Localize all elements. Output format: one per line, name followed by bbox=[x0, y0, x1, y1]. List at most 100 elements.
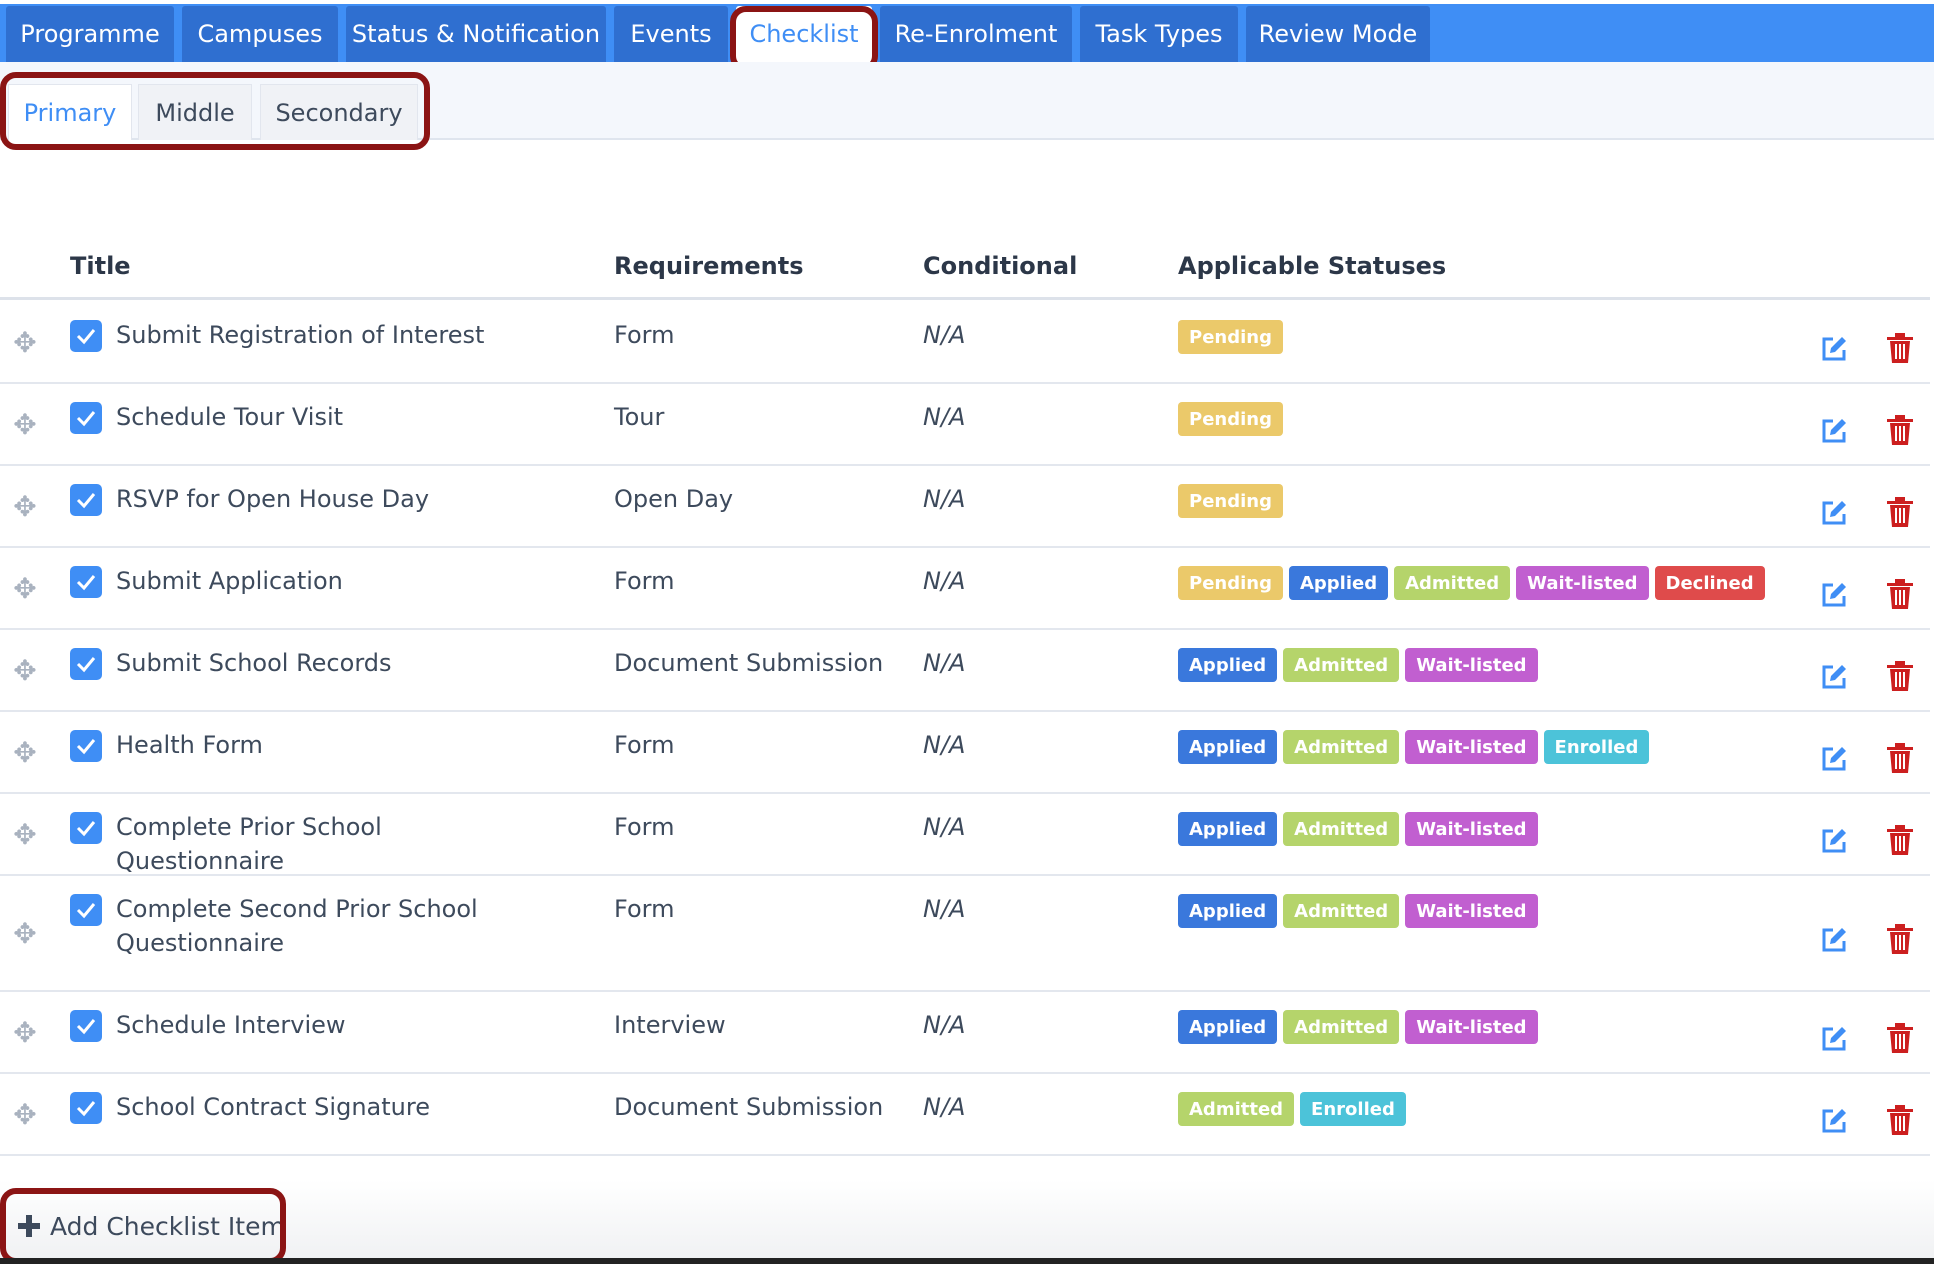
add-checklist-item-button[interactable]: Add Checklist Item bbox=[18, 1206, 285, 1246]
row-conditional: N/A bbox=[923, 1011, 966, 1039]
move-icon[interactable]: ✥ bbox=[12, 329, 38, 357]
check-icon bbox=[76, 657, 96, 673]
status-badge: Wait-listed bbox=[1405, 812, 1538, 846]
row-title: School Contract Signature bbox=[116, 1093, 430, 1121]
row-statuses: Applied Admitted Wait-listed bbox=[1178, 812, 1538, 846]
row-checkbox[interactable] bbox=[70, 1010, 102, 1042]
subtab-secondary[interactable]: Secondary bbox=[260, 84, 418, 140]
status-badge: Applied bbox=[1178, 1010, 1278, 1044]
table-row: ✥ RSVP for Open House Day Open Day N/A Pendi… bbox=[0, 466, 1930, 548]
row-requirements: Form bbox=[614, 731, 675, 759]
row-requirements: Form bbox=[614, 321, 675, 349]
status-badge: Enrolled bbox=[1543, 730, 1650, 764]
row-statuses: Applied Admitted Wait-listed bbox=[1178, 1010, 1538, 1044]
row-requirements: Form bbox=[614, 813, 675, 841]
table-row: ✥ Submit School Records Document Submissio… bbox=[0, 630, 1930, 712]
status-badge: Admitted bbox=[1283, 894, 1400, 928]
tab-checklist[interactable]: Checklist bbox=[736, 6, 872, 62]
trash-icon[interactable] bbox=[1886, 415, 1914, 445]
row-conditional: N/A bbox=[923, 813, 966, 841]
row-checkbox[interactable] bbox=[70, 402, 102, 434]
subtab-primary[interactable]: Primary bbox=[8, 84, 132, 140]
table-row: ✥ Health Form Form N/A Applied Admitted Wait-l… bbox=[0, 712, 1930, 794]
row-conditional: N/A bbox=[923, 567, 966, 595]
trash-icon[interactable] bbox=[1886, 661, 1914, 691]
status-badge: Applied bbox=[1178, 812, 1278, 846]
edit-icon[interactable] bbox=[1820, 827, 1848, 855]
edit-icon[interactable] bbox=[1820, 499, 1848, 527]
row-title: Complete Prior School Questionnaire bbox=[116, 813, 382, 875]
plus-icon bbox=[18, 1215, 40, 1237]
row-title: Complete Second Prior School Questionnai… bbox=[116, 895, 478, 957]
row-requirements: Document Submission bbox=[614, 649, 884, 677]
status-badge: Admitted bbox=[1283, 1010, 1400, 1044]
status-badge: Wait-listed bbox=[1405, 1010, 1538, 1044]
row-requirements: Document Submission bbox=[614, 1093, 884, 1121]
move-icon[interactable]: ✥ bbox=[12, 1019, 38, 1047]
check-icon bbox=[76, 821, 96, 837]
move-icon[interactable]: ✥ bbox=[12, 739, 38, 767]
trash-icon[interactable] bbox=[1886, 1105, 1914, 1135]
trash-icon[interactable] bbox=[1886, 924, 1914, 954]
trash-icon[interactable] bbox=[1886, 1023, 1914, 1053]
row-checkbox[interactable] bbox=[70, 730, 102, 762]
edit-icon[interactable] bbox=[1820, 335, 1848, 363]
subtab-middle[interactable]: Middle bbox=[138, 84, 252, 140]
tab-task-types[interactable]: Task Types bbox=[1080, 6, 1238, 62]
check-icon bbox=[76, 1019, 96, 1035]
row-checkbox[interactable] bbox=[70, 484, 102, 516]
edit-icon[interactable] bbox=[1820, 1107, 1848, 1135]
row-checkbox[interactable] bbox=[70, 648, 102, 680]
table-header: Title Requirements Conditional Applicabl… bbox=[0, 240, 1930, 300]
tab-re-enrolment[interactable]: Re-Enrolment bbox=[880, 6, 1072, 62]
edit-icon[interactable] bbox=[1820, 926, 1848, 954]
row-checkbox[interactable] bbox=[70, 566, 102, 598]
edit-icon[interactable] bbox=[1820, 663, 1848, 691]
row-statuses: Applied Admitted Wait-listed bbox=[1178, 648, 1538, 682]
move-icon[interactable]: ✥ bbox=[12, 575, 38, 603]
tab-programme[interactable]: Programme bbox=[6, 6, 174, 62]
table-row: ✥ Complete Prior School Questionnaire Form… bbox=[0, 794, 1930, 876]
row-checkbox[interactable] bbox=[70, 812, 102, 844]
edit-icon[interactable] bbox=[1820, 1025, 1848, 1053]
trash-icon[interactable] bbox=[1886, 497, 1914, 527]
move-icon[interactable]: ✥ bbox=[12, 1101, 38, 1129]
trash-icon[interactable] bbox=[1886, 333, 1914, 363]
row-statuses: Applied Admitted Wait-listed Enrolled bbox=[1178, 730, 1650, 764]
move-icon[interactable]: ✥ bbox=[12, 920, 38, 948]
tab-campuses[interactable]: Campuses bbox=[182, 6, 338, 62]
move-icon[interactable]: ✥ bbox=[12, 411, 38, 439]
tab-status-notification[interactable]: Status & Notification bbox=[346, 6, 606, 62]
row-statuses: Pending bbox=[1178, 320, 1283, 354]
status-badge: Pending bbox=[1178, 402, 1283, 436]
trash-icon[interactable] bbox=[1886, 825, 1914, 855]
check-icon bbox=[76, 903, 96, 919]
status-badge: Wait-listed bbox=[1405, 730, 1538, 764]
row-conditional: N/A bbox=[923, 649, 966, 677]
edit-icon[interactable] bbox=[1820, 745, 1848, 773]
trash-icon[interactable] bbox=[1886, 579, 1914, 609]
row-title: Schedule Tour Visit bbox=[116, 403, 344, 431]
edit-icon[interactable] bbox=[1820, 417, 1848, 445]
trash-icon[interactable] bbox=[1886, 743, 1914, 773]
table-row: ✥ Submit Application Form N/A Pending Applied… bbox=[0, 548, 1930, 630]
row-conditional: N/A bbox=[923, 895, 966, 923]
tab-review-mode[interactable]: Review Mode bbox=[1246, 6, 1430, 62]
row-checkbox[interactable] bbox=[70, 1092, 102, 1124]
row-requirements: Open Day bbox=[614, 485, 734, 513]
row-conditional: N/A bbox=[923, 1093, 966, 1121]
status-badge: Admitted bbox=[1283, 730, 1400, 764]
row-conditional: N/A bbox=[923, 731, 966, 759]
row-requirements: Interview bbox=[614, 1011, 726, 1039]
status-badge: Admitted bbox=[1283, 648, 1400, 682]
status-badge: Pending bbox=[1178, 320, 1283, 354]
move-icon[interactable]: ✥ bbox=[12, 657, 38, 685]
table-row: ✥ Schedule Interview Interview N/A Applied Ad… bbox=[0, 992, 1930, 1074]
move-icon[interactable]: ✥ bbox=[12, 821, 38, 849]
row-checkbox[interactable] bbox=[70, 894, 102, 926]
move-icon[interactable]: ✥ bbox=[12, 493, 38, 521]
edit-icon[interactable] bbox=[1820, 581, 1848, 609]
table-row: ✥ Schedule Tour Visit Tour N/A Pending bbox=[0, 384, 1930, 466]
tab-events[interactable]: Events bbox=[614, 6, 728, 62]
row-checkbox[interactable] bbox=[70, 320, 102, 352]
